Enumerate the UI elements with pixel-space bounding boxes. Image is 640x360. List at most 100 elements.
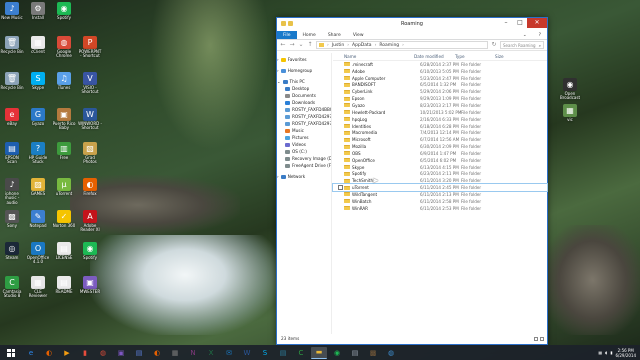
desktop-icon-new-music[interactable]: ♪ New Music: [0, 2, 24, 20]
desktop-icon-games[interactable]: ▨ GAMES: [26, 178, 50, 196]
tab-home[interactable]: Home: [297, 31, 322, 39]
taskbar-camtasia[interactable]: C: [293, 347, 309, 359]
table-row[interactable]: Epson 9/29/2013 1:09 PM File folder: [333, 95, 547, 102]
refresh-icon[interactable]: ↻: [491, 42, 497, 48]
desktop-icon-camtasia-studio-8[interactable]: C Camtasia Studio 8: [0, 276, 24, 299]
row-checkbox[interactable]: [338, 158, 343, 163]
desktop-icon-readme[interactable]: ▤ README: [52, 276, 76, 294]
desktop-icon-mwester[interactable]: ▣ MWESTER: [78, 276, 102, 294]
nav-item-recovery-image-d[interactable]: Recovery Image (D:): [277, 155, 331, 162]
row-checkbox[interactable]: [338, 171, 343, 176]
desktop-icon-winword-shortcut[interactable]: W WINWORD - Shortcut: [78, 108, 102, 131]
column-type[interactable]: Type: [455, 53, 495, 60]
table-row[interactable]: WildTangent 6/11/2014 2:13 PM File folder: [333, 191, 547, 198]
taskbar-internet-explorer[interactable]: e: [23, 347, 39, 359]
row-checkbox[interactable]: [338, 103, 343, 108]
clock[interactable]: 2:56 PM 6/29/2014: [615, 348, 636, 358]
details-view-icon[interactable]: [534, 337, 538, 341]
desktop-icon-hp-guide-stuck[interactable]: ? HP Guide Stuck: [26, 142, 50, 165]
nav-favorites[interactable]: › Favorites: [277, 56, 331, 63]
desktop-icon-iphone-music-audio[interactable]: ♪ iphone music - audio: [0, 178, 24, 205]
table-row[interactable]: uTorrent 6/11/2014 2:45 PM File folder: [332, 183, 548, 193]
desktop-icon-cle-reviewer[interactable]: ▦ CLE Reviewer: [26, 276, 50, 299]
desktop-icon-free[interactable]: ▥ Free: [52, 142, 76, 160]
tab-view[interactable]: View: [347, 31, 370, 39]
taskbar-spotify[interactable]: ◉: [329, 347, 345, 359]
desktop-icon-recycle-bin[interactable]: 🗑 Recycle Bin: [0, 72, 24, 90]
desktop-icon-epson-scan[interactable]: ▤ EPSON Scan: [0, 142, 24, 165]
volume-icon[interactable]: ◖: [605, 350, 607, 355]
row-checkbox[interactable]: [338, 165, 343, 170]
nav-item-rosty-faxfd4297e[interactable]: ROSTY_FAXFD4297E: [277, 113, 331, 120]
row-checkbox[interactable]: [338, 137, 343, 142]
row-checkbox[interactable]: [338, 82, 343, 87]
table-row[interactable]: Adobe 6/10/2013 5:05 PM File folder: [333, 68, 547, 75]
nav-item-rosty-faxfd42979[interactable]: ROSTY_FAXFD42979: [277, 120, 331, 127]
column-size[interactable]: Size: [495, 53, 525, 60]
taskbar-firefox-2[interactable]: ◐: [149, 347, 165, 359]
desktop-icon-adobe-reader-xi[interactable]: A Adobe Reader XI: [78, 210, 102, 233]
table-row[interactable]: CyberLink 5/29/2014 2:06 PM File folder: [333, 88, 547, 95]
nav-item-rosty-faxfd4bb08[interactable]: ROSTY_FAXFD4BB08: [277, 106, 331, 113]
row-checkbox[interactable]: [338, 192, 343, 197]
title-bar[interactable]: Roaming – □ ✕: [277, 18, 547, 31]
nav-item-downloads[interactable]: Downloads: [277, 99, 331, 106]
row-checkbox[interactable]: [338, 69, 343, 74]
chevron-down-icon[interactable]: ⌄: [298, 42, 304, 48]
desktop-icon-cclient[interactable]: ▦ cClient: [26, 36, 50, 54]
row-checkbox[interactable]: [338, 130, 343, 135]
desktop-icon-license[interactable]: ▤ LICENSE: [52, 242, 76, 260]
table-row[interactable]: Microsoft 6/7/2014 12:56 AM File folder: [333, 136, 547, 143]
desktop-icon-norton-360[interactable]: ✓ Norton 360: [52, 210, 76, 228]
taskbar-store[interactable]: ▤: [275, 347, 291, 359]
ribbon-expand-icon[interactable]: ⌄: [517, 31, 533, 39]
nav-item-documents[interactable]: Documents: [277, 92, 331, 99]
taskbar-browser[interactable]: ◍: [383, 347, 399, 359]
back-arrow-icon[interactable]: ←: [280, 42, 286, 48]
nav-item-freeagent-drive-f[interactable]: FreeAgent Drive (F:): [277, 162, 331, 169]
search-input[interactable]: Search Roaming ⌕: [500, 41, 544, 49]
taskbar-skype[interactable]: S: [257, 347, 273, 359]
table-row[interactable]: WinRAR 6/11/2014 2:53 PM File folder: [333, 205, 547, 212]
close-button[interactable]: ✕: [527, 18, 547, 28]
nav-this-pc[interactable]: ⌄ This PC: [277, 78, 331, 85]
nav-item-desktop[interactable]: Desktop: [277, 85, 331, 92]
row-checkbox[interactable]: [338, 110, 343, 115]
row-checkbox[interactable]: [338, 89, 343, 94]
row-checkbox[interactable]: [338, 62, 343, 67]
desktop-icon-gyazo[interactable]: G Gyazo: [26, 108, 50, 126]
taskbar-minecraft[interactable]: ▩: [365, 347, 381, 359]
desktop-icon-powerpnt-shortcut[interactable]: P POWERPNT - Shortcut: [78, 36, 102, 59]
nav-item-music[interactable]: Music: [277, 127, 331, 134]
table-row[interactable]: Gyazo 8/23/2013 2:17 PM File folder: [333, 102, 547, 109]
desktop-icon-ebay[interactable]: e eBay: [0, 108, 24, 126]
desktop-icon-spotify[interactable]: ◉ Spotify: [78, 242, 102, 260]
help-icon[interactable]: ?: [533, 31, 547, 39]
taskbar-word[interactable]: W: [239, 347, 255, 359]
table-row[interactable]: OpenOffice 6/5/2014 6:02 PM File folder: [333, 157, 547, 164]
breadcrumb[interactable]: › Justin › AppData › Roaming ›: [316, 41, 488, 49]
desktop-icon-puerto-rico-baby[interactable]: ▣ Puerto Rico Baby: [52, 108, 76, 131]
desktop-icon-skype[interactable]: S Skype: [26, 72, 50, 90]
table-row[interactable]: Apple Computer 5/23/2014 2:47 PM File fold…: [333, 75, 547, 82]
taskbar-calculator[interactable]: ▦: [167, 347, 183, 359]
nav-item-os-c[interactable]: OS (C:): [277, 148, 331, 155]
nav-network[interactable]: › Network: [277, 173, 331, 180]
column-name[interactable]: Name: [338, 53, 414, 60]
row-checkbox[interactable]: [338, 199, 343, 204]
row-checkbox[interactable]: [338, 185, 343, 191]
row-checkbox[interactable]: [338, 178, 343, 183]
keyboard-icon[interactable]: ▦: [598, 350, 602, 355]
column-date-modified[interactable]: Date modified: [414, 53, 455, 60]
table-row[interactable]: TechSmith 6/11/2014 3:20 PM File folder: [333, 177, 547, 184]
taskbar-excel[interactable]: X: [203, 347, 219, 359]
row-checkbox[interactable]: [338, 151, 343, 156]
nav-item-pictures[interactable]: Pictures: [277, 134, 331, 141]
minimize-button[interactable]: –: [499, 18, 513, 28]
table-row[interactable]: Identities 6/18/2014 6:28 PM File folder: [333, 123, 547, 130]
desktop-icon-itunes[interactable]: ♫ iTunes: [52, 72, 76, 90]
table-row[interactable]: Hewlett-Packard 10/21/2013 5:02 PM File fo…: [333, 109, 547, 116]
nav-homegroup[interactable]: › Homegroup: [277, 67, 331, 74]
desktop-icon-recycle-bin[interactable]: 🗑 Recycle Bin: [0, 36, 24, 54]
desktop-icon-google-chrome[interactable]: ◍ Google Chrome: [52, 36, 76, 59]
